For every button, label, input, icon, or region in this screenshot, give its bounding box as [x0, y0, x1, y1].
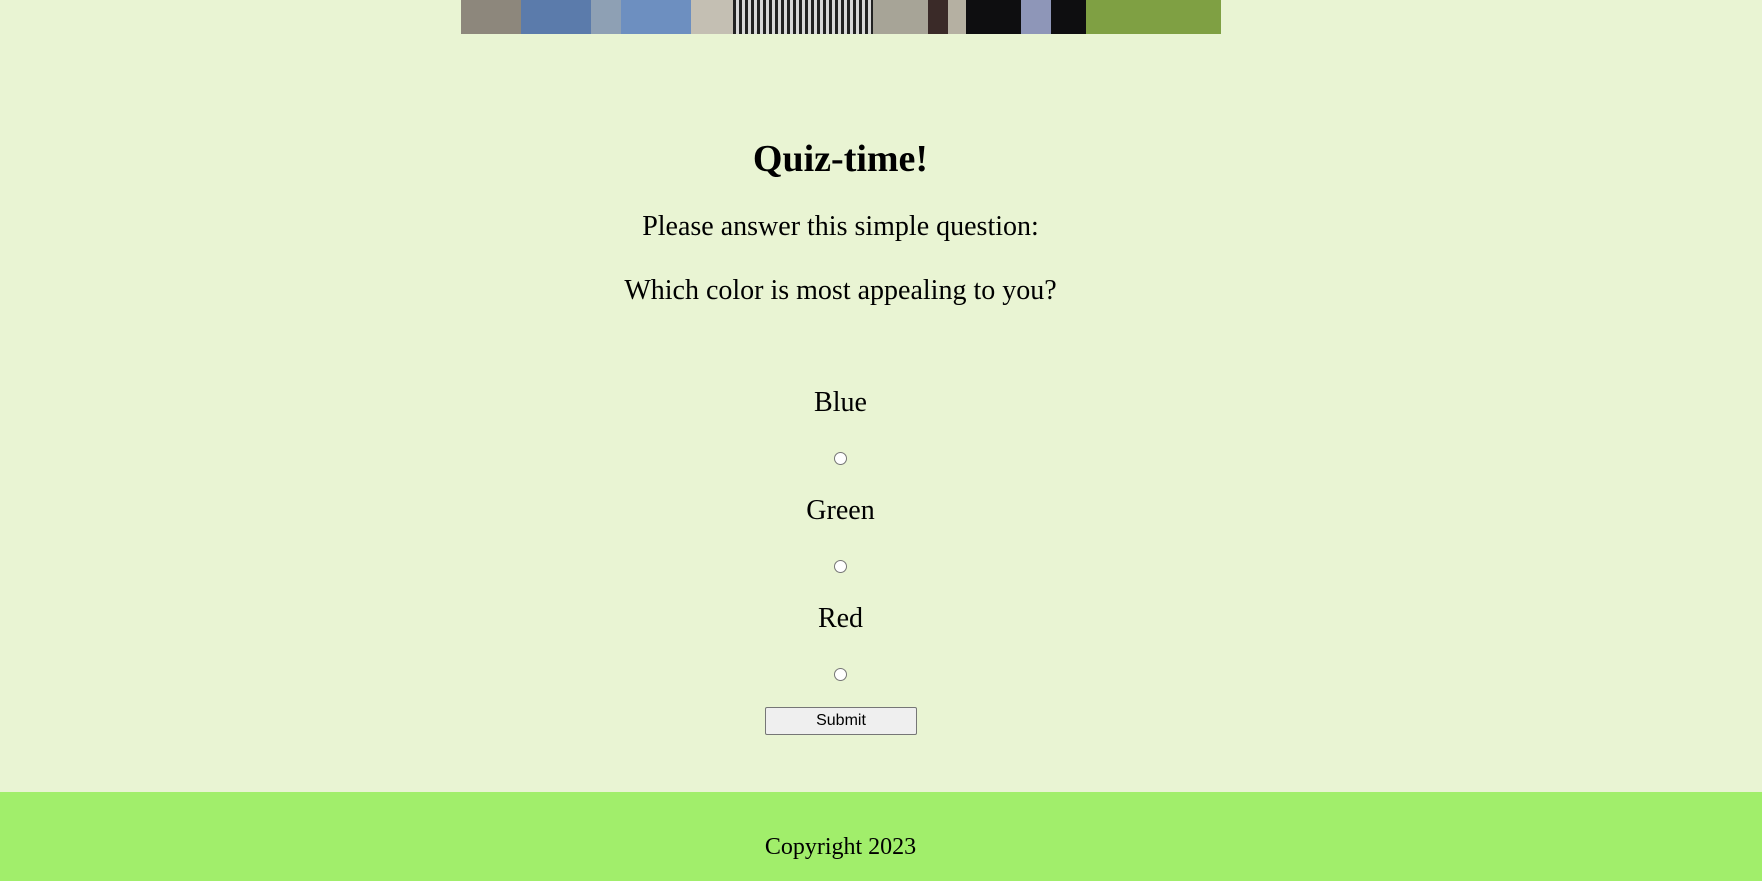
option-label-green: Green: [806, 495, 875, 526]
radio-blue[interactable]: [834, 452, 847, 465]
option-label-blue: Blue: [814, 387, 867, 418]
quiz-title: Quiz-time!: [752, 138, 929, 180]
quiz-prompt: Please answer this simple question:: [642, 211, 1039, 242]
header-photo: [461, 0, 1221, 34]
copyright-text: Copyright 2023: [764, 834, 917, 860]
quiz-question: Which color is most appealing to you?: [624, 275, 1057, 306]
radio-red[interactable]: [834, 668, 847, 681]
submit-button[interactable]: Submit: [765, 707, 917, 735]
radio-green[interactable]: [834, 560, 847, 573]
footer: Copyright 2023: [0, 792, 1762, 881]
option-label-red: Red: [817, 603, 864, 634]
